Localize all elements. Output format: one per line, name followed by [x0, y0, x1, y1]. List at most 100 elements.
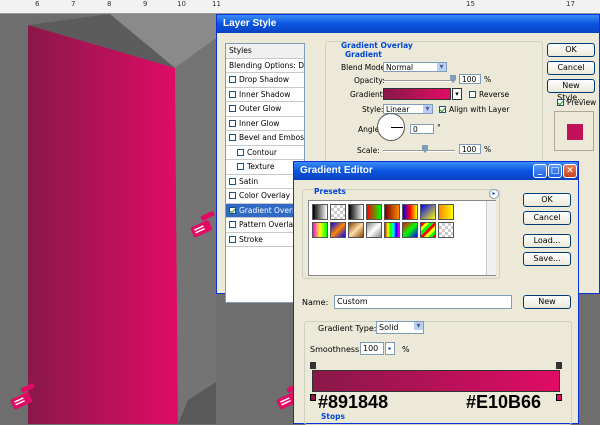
preview-box [554, 111, 594, 151]
reverse-checkbox[interactable]: Reverse [469, 90, 509, 99]
ok-button[interactable]: OK [547, 43, 595, 57]
ruler-tick: 15 [466, 0, 475, 8]
checkbox[interactable] [229, 134, 236, 141]
ruler-tick: 6 [35, 0, 40, 8]
color-stop-right[interactable] [556, 394, 562, 401]
new-style-button[interactable]: New Style... [547, 79, 595, 102]
checkbox[interactable] [237, 163, 244, 170]
angle-input[interactable]: 0 [410, 124, 434, 134]
ruler-tick: 9 [143, 0, 148, 8]
section-title: Gradient Overlay [341, 41, 413, 50]
preset-swatch[interactable] [420, 204, 436, 220]
preset-swatch[interactable] [366, 204, 382, 220]
preset-swatch[interactable] [330, 222, 346, 238]
checkbox[interactable] [229, 105, 236, 112]
blend-mode-select[interactable]: Normal [383, 62, 447, 72]
ruler-tick: 7 [71, 0, 76, 8]
checkbox[interactable] [229, 235, 236, 243]
smoothness-label: Smoothness: [310, 345, 362, 354]
preset-swatch[interactable] [330, 204, 346, 220]
preset-swatch[interactable] [438, 222, 454, 238]
maximize-icon[interactable]: □ [548, 164, 562, 178]
gradient-editor-dialog: Gradient Editor _ □ ✕ Presets ▸ OK Cance… [293, 161, 579, 425]
angle-dial[interactable] [377, 113, 405, 141]
opacity-slider[interactable] [383, 80, 455, 82]
checkbox[interactable] [229, 76, 236, 83]
gradient-preview[interactable] [383, 88, 451, 100]
ruler-tick: 8 [107, 0, 112, 8]
checkbox[interactable] [229, 177, 236, 185]
ruler-tick: 10 [177, 0, 186, 8]
styles-header[interactable]: Styles [226, 44, 304, 59]
color-stop-left[interactable] [310, 394, 316, 401]
preset-swatch[interactable] [348, 222, 364, 238]
cancel-button[interactable]: Cancel [547, 61, 595, 75]
style-bevel-emboss[interactable]: Bevel and Emboss [226, 131, 304, 146]
style-label: Style: [362, 105, 384, 114]
left-color-hex: #891848 [318, 392, 389, 412]
close-icon[interactable]: ✕ [563, 164, 577, 178]
smoothness-input[interactable]: 100 [360, 342, 384, 355]
align-with-layer-checkbox[interactable]: Align with Layer [439, 105, 509, 114]
preset-swatch[interactable] [312, 204, 328, 220]
presets-label: Presets [314, 187, 346, 196]
style-inner-glow[interactable]: Inner Glow [226, 117, 304, 131]
checkbox[interactable] [229, 119, 236, 127]
preset-swatch[interactable] [366, 222, 382, 238]
preset-swatch[interactable] [420, 222, 436, 238]
preset-swatch[interactable] [384, 222, 400, 238]
preset-swatch[interactable] [402, 204, 418, 220]
right-color-hex: #E10B66 [466, 392, 542, 412]
style-contour[interactable]: Contour [226, 146, 304, 160]
front-face [28, 25, 178, 424]
ge-cancel-button[interactable]: Cancel [523, 211, 571, 225]
opacity-input[interactable]: 100 [459, 74, 481, 84]
presets-grid [308, 200, 496, 276]
scale-unit: % [484, 145, 492, 154]
ruler: 6 7 8 9 10 11 15 17 [0, 0, 600, 14]
blending-options[interactable]: Blending Options: Default [226, 59, 304, 73]
name-input[interactable]: Custom [334, 295, 512, 309]
smoothness-arrow-icon[interactable]: ▸ [385, 342, 395, 355]
preset-swatch[interactable] [438, 204, 454, 220]
preview-checkbox[interactable]: Preview [557, 98, 596, 107]
presets-scrollbar[interactable] [486, 201, 496, 275]
style-drop-shadow[interactable]: Drop Shadow [226, 73, 304, 88]
ruler-tick: 11 [212, 0, 221, 8]
angle-dial-needle [391, 127, 403, 128]
minimize-icon[interactable]: _ [533, 164, 547, 178]
load-button[interactable]: Load... [523, 234, 571, 248]
stops-label: Stops [321, 412, 345, 421]
style-outer-glow[interactable]: Outer Glow [226, 102, 304, 117]
gradient-bar[interactable] [312, 370, 560, 392]
gradient-type-label: Gradient Type: [318, 324, 377, 333]
preset-swatch[interactable] [312, 222, 328, 238]
angle-unit: ° [437, 123, 441, 132]
subsection-title: Gradient [345, 50, 382, 59]
opacity-unit: % [484, 75, 492, 84]
ruler-tick: 17 [566, 0, 575, 8]
gradient-label: Gradient: [350, 90, 386, 99]
new-button[interactable]: New [523, 295, 571, 309]
preset-swatch[interactable] [402, 222, 418, 238]
checkbox[interactable] [229, 221, 236, 228]
checkbox[interactable] [237, 148, 244, 156]
preset-swatch[interactable] [384, 204, 400, 220]
scale-label: Scale: [357, 146, 380, 155]
ge-ok-button[interactable]: OK [523, 193, 571, 207]
opacity-stop-left[interactable] [310, 362, 316, 369]
checkbox[interactable] [229, 192, 236, 199]
gradient-type-select[interactable]: Solid [376, 321, 424, 334]
opacity-stop-right[interactable] [556, 362, 562, 369]
checkbox-checked[interactable] [229, 206, 236, 214]
style-inner-shadow[interactable]: Inner Shadow [226, 88, 304, 102]
blend-mode-label: Blend Mode: [341, 63, 388, 72]
preset-swatch[interactable] [348, 204, 364, 220]
scale-input[interactable]: 100 [459, 144, 481, 154]
checkbox[interactable] [229, 90, 236, 98]
gradient-dropdown-icon[interactable]: ▾ [452, 88, 462, 100]
scale-slider[interactable] [383, 150, 455, 152]
presets-menu-icon[interactable]: ▸ [489, 189, 499, 199]
name-label: Name: [302, 298, 329, 307]
save-button[interactable]: Save... [523, 252, 571, 266]
